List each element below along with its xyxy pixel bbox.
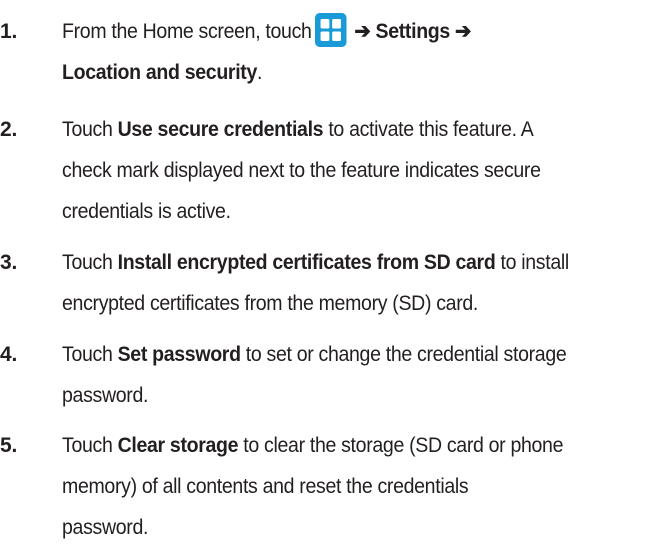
step-text: Touch Install encrypted certificates fro… [62, 242, 624, 324]
step-text: Touch Clear storage to clear the storage… [62, 425, 624, 548]
step-line: password. [62, 516, 149, 539]
step-text-plain: to set or change the credential storage [240, 343, 567, 366]
step-number: 5. [0, 434, 18, 457]
step-text-plain: Touch [62, 251, 118, 274]
step-text: Touch Set password to set or change the … [62, 334, 624, 416]
step-text-bold: Use secure credentials [117, 118, 324, 141]
step-number: 3. [0, 251, 18, 274]
step-text: Touch Use secure credentials to activate… [62, 109, 624, 232]
step-text-bold: Clear storage [117, 434, 239, 457]
step-text-plain: to activate this feature. A [323, 118, 534, 141]
step-line: Touch Use secure credentials to activate… [62, 109, 624, 150]
step-line: Location and security. [62, 52, 624, 93]
apps-grid-icon [315, 13, 347, 47]
step-text-plain: Touch [62, 343, 118, 366]
step-number: 1. [0, 20, 18, 43]
step-line: memory) of all contents and reset the cr… [62, 475, 469, 498]
step-text-plain: From the Home screen, touch [62, 20, 312, 43]
step-number: 4. [0, 343, 18, 366]
step-text-bold: Settings [375, 20, 450, 43]
arrow-icon: ➔ [455, 20, 472, 43]
step-text-plain: . [257, 61, 263, 84]
step-line: Touch Clear storage to clear the storage… [62, 425, 624, 466]
step-line: From the Home screen, touch ➔ Settings ➔ [62, 11, 624, 52]
step-number: 2. [0, 118, 18, 141]
step-text-plain: to clear the storage (SD card or phone [238, 434, 564, 457]
step-text-plain: Touch [62, 118, 118, 141]
arrow-icon: ➔ [354, 20, 371, 43]
step-text-plain: Touch [62, 434, 118, 457]
step-text: From the Home screen, touch ➔ Settings ➔… [62, 11, 624, 93]
step-line: check mark displayed next to the feature… [62, 159, 541, 182]
step-line: password. [62, 384, 149, 407]
step-line: Touch Set password to set or change the … [62, 334, 624, 375]
step-line: encrypted certificates from the memory (… [62, 292, 479, 315]
step-line: Touch Install encrypted certificates fro… [62, 242, 624, 283]
instruction-page: 1. From the Home screen, touch ➔ Setting… [0, 0, 669, 548]
step-text-bold: Set password [117, 343, 241, 366]
step-text-plain: to install [495, 251, 570, 274]
step-text-bold: Location and security [62, 61, 258, 84]
step-line: credentials is active. [62, 200, 231, 223]
step-text-bold: Install encrypted certificates from SD c… [117, 251, 496, 274]
